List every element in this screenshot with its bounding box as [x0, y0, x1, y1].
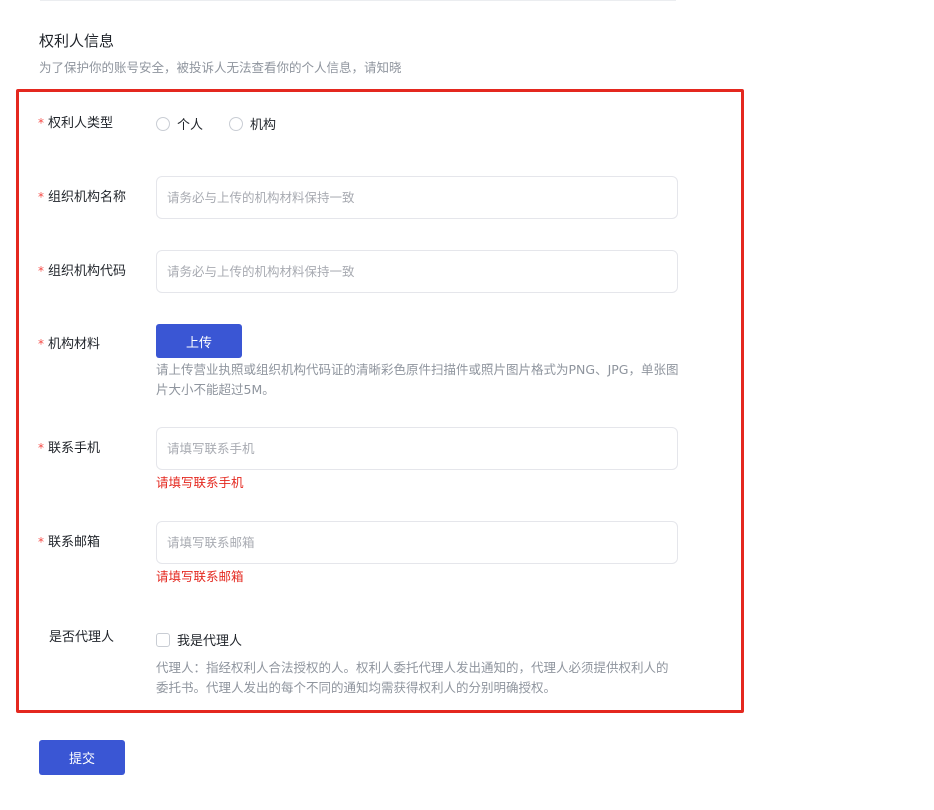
email-label: * 联系邮箱	[38, 535, 101, 550]
is-agent-label: 是否代理人	[49, 630, 115, 645]
section-title: 权利人信息	[39, 32, 115, 50]
rightholder-type-label: * 权利人类型	[38, 116, 114, 131]
upload-button[interactable]: 上传	[156, 324, 242, 358]
checkbox-icon[interactable]	[156, 632, 170, 647]
agent-help: 代理人：指经权利人合法授权的人。权利人委托代理人发出通知的，代理人必须提供权利人…	[156, 660, 669, 695]
phone-label: * 联系手机	[38, 441, 101, 456]
org-name-input[interactable]	[156, 176, 678, 219]
radio-individual[interactable]: 个人	[156, 114, 203, 133]
required-mark: *	[38, 337, 44, 351]
org-code-label: * 组织机构代码	[38, 264, 127, 279]
org-material-label: * 机构材料	[38, 337, 101, 352]
radio-individual-label: 个人	[177, 118, 204, 133]
required-mark: *	[38, 441, 44, 455]
email-input[interactable]	[156, 521, 678, 564]
top-divider	[40, 0, 676, 1]
radio-circle-icon[interactable]	[229, 116, 244, 131]
section-description: 为了保护你的账号安全，被投诉人无法查看你的个人信息，请知晓	[39, 60, 402, 75]
email-error: 请填写联系邮箱	[156, 569, 244, 584]
rightholder-type-radio-group: 个人 机构	[156, 114, 302, 133]
required-mark: *	[38, 535, 44, 549]
org-code-input[interactable]	[156, 250, 678, 293]
phone-input[interactable]	[156, 427, 678, 470]
required-mark: *	[38, 190, 44, 204]
required-mark: *	[38, 116, 44, 130]
radio-organization-label: 机构	[250, 118, 277, 133]
radio-circle-icon[interactable]	[156, 116, 170, 131]
required-mark: *	[38, 264, 44, 278]
phone-error: 请填写联系手机	[156, 475, 244, 490]
org-name-label: * 组织机构名称	[38, 190, 127, 205]
radio-organization[interactable]: 机构	[229, 114, 276, 133]
submit-button[interactable]: 提交	[39, 740, 125, 775]
agent-checkbox-label: 我是代理人	[177, 634, 243, 649]
agent-checkbox[interactable]: 我是代理人	[156, 630, 242, 649]
org-material-help: 请上传营业执照或组织机构代码证的清晰彩色原件扫描件或照片图片格式为PNG、JPG…	[156, 362, 679, 397]
